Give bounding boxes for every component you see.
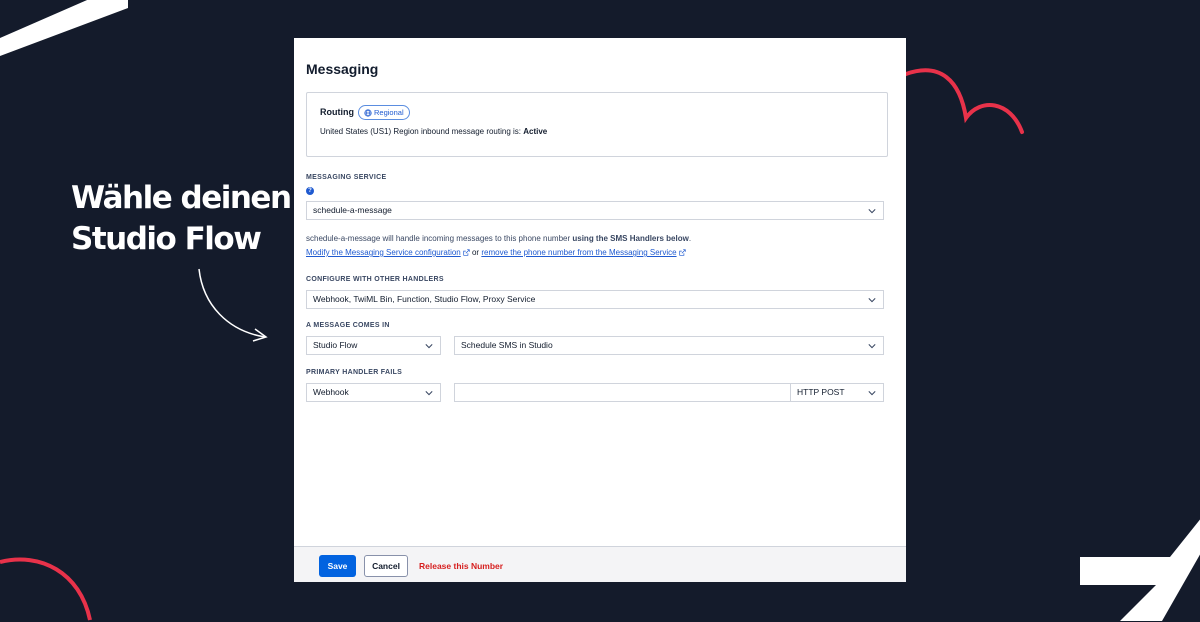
footer-actions: Save Cancel Release this Number [294, 546, 906, 582]
routing-label: Routing [320, 107, 354, 117]
messaging-panel: Messaging Routing Regional United States… [294, 38, 906, 582]
primary-handler-fails-label: PRIMARY HANDLER FAILS [306, 369, 403, 376]
page-title: Messaging [306, 61, 379, 77]
studio-flow-select[interactable]: Schedule SMS in Studio [454, 336, 884, 355]
release-number-button[interactable]: Release this Number [419, 555, 503, 577]
messaging-service-select[interactable]: schedule-a-message [306, 201, 884, 220]
note-suffix: . [688, 234, 692, 243]
decor-stripe-bottom-right [1080, 519, 1200, 621]
message-handler-type-value: Studio Flow [313, 340, 358, 350]
chevron-down-icon [868, 209, 876, 214]
configure-value: Webhook, TwiML Bin, Function, Studio Flo… [313, 294, 536, 304]
headline-line2: Studio Flow [71, 221, 262, 257]
or-text: or [471, 248, 480, 257]
configure-handlers-select[interactable]: Webhook, TwiML Bin, Function, Studio Flo… [306, 290, 884, 309]
chevron-down-icon [868, 344, 876, 349]
cancel-button[interactable]: Cancel [364, 555, 408, 577]
external-link-icon [678, 249, 686, 256]
routing-box: Routing Regional United States (US1) Reg… [306, 92, 888, 157]
configure-label: CONFIGURE WITH OTHER HANDLERS [306, 276, 444, 283]
regional-badge: Regional [358, 105, 410, 120]
fallback-url-input[interactable] [454, 383, 791, 402]
note-bold: using the SMS Handlers below [572, 234, 689, 243]
message-handler-type-select[interactable]: Studio Flow [306, 336, 441, 355]
routing-status: Active [523, 127, 548, 136]
save-button[interactable]: Save [319, 555, 356, 577]
messaging-service-value: schedule-a-message [313, 205, 392, 215]
decor-stripe-top-left [0, 0, 128, 56]
fallback-type-value: Webhook [313, 387, 349, 397]
headline-line1: Wähle deinen [71, 180, 292, 216]
arrow-icon [198, 268, 268, 342]
message-comes-in-label: A MESSAGE COMES IN [306, 322, 390, 329]
help-icon[interactable]: ? [306, 187, 314, 195]
routing-text-prefix: United States (US1) Region inbound messa… [320, 127, 524, 136]
badge-label: Regional [374, 108, 404, 117]
routing-status-text: United States (US1) Region inbound messa… [320, 127, 547, 136]
decor-arc-bottom-left [0, 557, 92, 621]
chevron-down-icon [868, 298, 876, 303]
messaging-service-links: Modify the Messaging Service configurati… [306, 248, 686, 257]
http-method-select[interactable]: HTTP POST [790, 383, 884, 402]
decor-cloud-arc [904, 68, 1024, 134]
external-link-icon [463, 249, 470, 256]
fallback-type-select[interactable]: Webhook [306, 383, 441, 402]
headline: Wähle deinen Studio Flow [71, 178, 292, 260]
chevron-down-icon [425, 344, 433, 349]
modify-service-link[interactable]: Modify the Messaging Service configurati… [306, 248, 461, 257]
chevron-down-icon [425, 391, 433, 396]
messaging-service-note: schedule-a-message will handle incoming … [306, 234, 691, 243]
messaging-service-label: MESSAGING SERVICE [306, 174, 387, 181]
globe-icon [364, 108, 372, 117]
note-prefix: schedule-a-message will handle incoming … [306, 234, 573, 243]
chevron-down-icon [868, 391, 876, 396]
http-method-value: HTTP POST [797, 387, 845, 397]
studio-flow-value: Schedule SMS in Studio [461, 340, 553, 350]
remove-number-link[interactable]: remove the phone number from the Messagi… [481, 248, 676, 257]
